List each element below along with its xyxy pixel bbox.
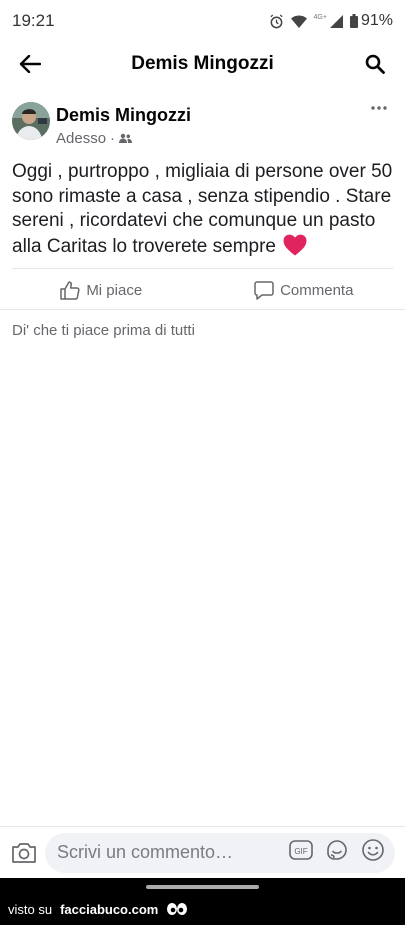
gif-icon: GIF [289,840,313,860]
comment-box: GIF [45,832,395,873]
thumbs-up-icon [60,280,80,300]
like-button[interactable]: Mi piace [0,272,203,308]
eyes-logo-icon [166,902,188,918]
system-nav-bar [0,878,405,894]
signal-icon [329,14,343,28]
divider [0,309,405,310]
avatar[interactable] [12,102,50,140]
comment-button[interactable]: Commenta [203,272,405,308]
alarm-icon [269,13,284,29]
post: Demis Mingozzi Adesso · Oggi , purtroppo… [0,96,405,268]
watermark-site: facciabuco.com [60,902,159,917]
divider [12,268,393,269]
camera-icon [11,842,36,863]
back-button[interactable] [16,50,44,78]
home-indicator[interactable] [146,885,259,889]
post-timestamp[interactable]: Adesso [56,130,106,147]
emoji-button[interactable] [361,838,385,867]
watermark: visto su facciabuco.com [0,894,405,925]
author-block: Demis Mingozzi Adesso · [56,104,191,147]
meta-separator: · [110,130,116,147]
sticker-button[interactable] [325,838,349,867]
arrow-left-icon [19,55,41,73]
battery-icon [349,14,358,28]
search-button[interactable] [361,50,389,78]
gif-button[interactable]: GIF [289,840,313,865]
like-label: Mi piace [86,281,143,299]
battery-percent: 91% [360,12,393,29]
post-meta: Adesso · [56,130,191,147]
first-like-prompt: Di' che ti piace prima di tutti [12,322,195,339]
comment-input[interactable] [57,842,289,863]
smiley-icon [362,839,384,861]
more-options-button[interactable] [367,98,391,118]
comment-composer: GIF [0,826,405,878]
status-icons: 4G+ 91% [269,12,393,30]
post-body: Oggi , purtroppo , migliaia di persone o… [0,150,405,268]
more-horizontal-icon [371,106,387,110]
red-heart-emoji [283,234,307,264]
svg-text:GIF: GIF [294,847,307,856]
comment-icon [254,280,274,300]
post-text: Oggi , purtroppo , migliaia di persone o… [12,161,393,257]
sticker-icon [327,840,347,860]
camera-button[interactable] [10,837,37,869]
author-name[interactable]: Demis Mingozzi [56,104,191,126]
post-actions: Mi piace Commenta [0,272,405,308]
wifi-icon [290,15,307,28]
status-time: 19:21 [12,11,55,30]
watermark-prefix: visto su [8,902,53,917]
network-type-label: 4G+ [313,13,327,21]
status-bar: 19:21 4G+ 91% [0,0,405,42]
search-icon [365,54,385,74]
app-header: Demis Mingozzi [0,42,405,86]
comment-label: Commenta [280,281,354,299]
composer-icons: GIF [289,838,385,867]
friends-icon [119,130,133,147]
post-header: Demis Mingozzi Adesso · [0,96,405,150]
page-title: Demis Mingozzi [131,53,274,74]
